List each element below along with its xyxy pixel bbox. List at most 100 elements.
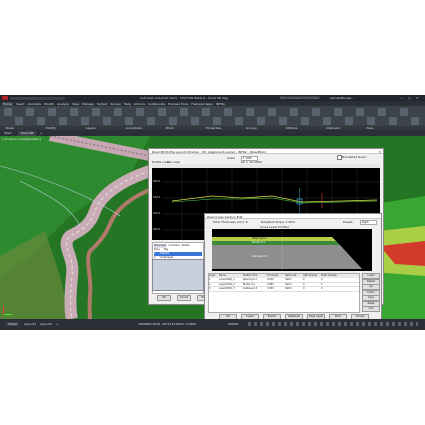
menu-tab-12[interactable]: Express Tools — [168, 102, 188, 106]
table-cell: Subbase 6.3 — [243, 287, 258, 290]
ribbon-tool-icon[interactable] — [180, 108, 188, 116]
ribbon-tool-icon[interactable] — [246, 108, 254, 116]
app-logo[interactable] — [2, 96, 8, 100]
close-icon[interactable]: ✕ — [416, 96, 419, 100]
menu-tab-4[interactable]: Analyze — [57, 102, 69, 106]
ribbon-tool-icon[interactable] — [356, 108, 364, 116]
menu-tab-8[interactable]: Survey — [110, 102, 120, 106]
profile-dialog-titlebar[interactable]: Road 6B Profile Layout Window - 3D: [ali… — [149, 149, 383, 154]
cross-section-graphic[interactable]: Wearing 6.1 Binder 6.2 Subbase 6.3 — [212, 229, 372, 271]
ribbon-tool-icon[interactable] — [345, 117, 353, 125]
maximize-icon[interactable]: □ — [408, 96, 411, 100]
table-cell: 0 — [321, 287, 323, 290]
scale-label: Scale — [227, 156, 236, 160]
ribbon-tool-icon[interactable] — [312, 108, 320, 116]
table-cell: 0 — [303, 287, 305, 290]
ribbon-tool-icon[interactable] — [4, 108, 12, 116]
table-cell: Hatch — [285, 287, 292, 290]
menu-tab-6[interactable]: Manage — [82, 102, 94, 106]
cross-side-button[interactable]: Info — [362, 306, 380, 312]
ribbon-tool-icon[interactable] — [257, 117, 265, 125]
ribbon-tool-icon[interactable] — [224, 108, 232, 116]
ribbon-tool-icon[interactable] — [323, 117, 331, 125]
ribbon-tool-icon[interactable] — [268, 108, 276, 116]
tab-start[interactable]: Start — [4, 131, 11, 135]
ribbon-tool-icon[interactable] — [411, 117, 419, 125]
cross-dialog-title: Road Cross Section Edit — [207, 214, 243, 219]
menu-tab-2[interactable]: Annotate — [27, 102, 41, 106]
cross-dialog-titlebar[interactable]: Road Cross Section Edit — [205, 214, 381, 219]
ribbon-tool-icon[interactable] — [169, 117, 177, 125]
ribbon-tool-icon[interactable] — [334, 108, 342, 116]
ribbon-tool-icon[interactable] — [202, 108, 210, 116]
user-name[interactable]: spmsteffanajs... — [330, 96, 370, 100]
menu-tab-9[interactable]: Help — [124, 102, 131, 106]
viewport-label[interactable]: [-]Custom View][Realistic] — [2, 137, 41, 141]
ribbon-tool-icon[interactable] — [81, 117, 89, 125]
tab-road-6b[interactable]: Road 6B — [18, 130, 37, 136]
ribbon-tool-icon[interactable] — [103, 117, 111, 125]
new-tab-icon[interactable]: + — [40, 131, 43, 135]
table-cell: 0 — [303, 278, 305, 281]
menu-tab-5[interactable]: View — [72, 102, 79, 106]
status-toggles[interactable] — [248, 322, 418, 326]
search-input[interactable]: Type a keyword or phrase — [280, 96, 320, 99]
quick-access-toolbar[interactable] — [10, 96, 65, 100]
autocad-window: Autodesk AutoCAD 2021 - SECTION RINALD -… — [0, 95, 425, 330]
tab-layout2[interactable]: Layout2 — [40, 322, 52, 326]
coordinates-readout: 1899690.4058, 4971733.8620, 0.0000 — [138, 322, 197, 326]
profile-dialog-close-icon[interactable]: ✕ — [378, 150, 381, 154]
ribbon-tool-icon[interactable] — [279, 117, 287, 125]
ribbon-tool-icon[interactable] — [114, 108, 122, 116]
ribbon-tool-icon[interactable] — [125, 117, 133, 125]
ribbon-tool-icon[interactable] — [136, 108, 144, 116]
minimize-icon[interactable]: — — [400, 96, 403, 100]
tab-model[interactable]: Model — [6, 322, 20, 326]
model-space-indicator[interactable]: MODEL — [228, 322, 239, 326]
add-layout-icon[interactable]: + — [56, 322, 59, 326]
ribbon-tool-icon[interactable] — [191, 117, 199, 125]
elevation-label: 150.0 — [153, 196, 161, 199]
ribbon-tool-icon[interactable] — [378, 108, 386, 116]
menu-tab-10[interactable]: Add-ins — [134, 102, 145, 106]
table-cell: Layer(Path)_2 — [219, 282, 235, 286]
profile-ok-button[interactable]: OK — [157, 295, 171, 301]
tab-layout1[interactable]: Layout1 — [24, 322, 36, 326]
ribbon-tool-icon[interactable] — [26, 108, 34, 116]
menu-tab-7[interactable]: Output — [97, 102, 107, 106]
ribbon-tool-icon[interactable] — [70, 108, 78, 116]
layer-label-binder: Binder 6.2 — [252, 241, 265, 244]
menu-tab-1[interactable]: Insert — [16, 102, 25, 106]
table-cell: 0 — [321, 282, 323, 286]
ribbon-tool-icon[interactable] — [367, 117, 375, 125]
ribbon-tool-icon[interactable] — [400, 108, 408, 116]
table-row[interactable]: 3 Layer(Path)_3 Subbase 6.3 0.300 Hatch 0 0 — [209, 287, 359, 292]
ribbon-tool-icon[interactable] — [147, 117, 155, 125]
menu-tab-11[interactable]: Collaborate — [148, 102, 165, 106]
profile-cancel-button[interactable]: Cancel — [177, 295, 191, 301]
ribbon-tool-icon[interactable] — [59, 117, 67, 125]
cross-section-dialog: Road Cross Section Edit Total Thickness … — [204, 213, 382, 323]
ribbon-tool-icon[interactable] — [389, 117, 397, 125]
menu-tab-13[interactable]: Featured Apps — [191, 102, 213, 106]
ribbon-tool-icon[interactable] — [235, 117, 243, 125]
elevation-label: 200.0 — [153, 180, 161, 183]
ribbon-tool-icon[interactable] — [37, 117, 45, 125]
ribbon-tool-icon[interactable] — [48, 108, 56, 116]
preset-select[interactable]: Right — [360, 219, 377, 225]
cross-section-svg — [212, 231, 362, 271]
ribbon-tool-icon[interactable] — [15, 117, 23, 125]
ribbon-tool-icon[interactable] — [213, 117, 221, 125]
menu-tab-3[interactable]: Modify — [44, 102, 54, 106]
road-level-label: Road/bot Slope: 1.00% — [261, 220, 296, 224]
sidebar-tab[interactable]: Combine — [168, 244, 179, 248]
table-cell: Hatch — [285, 278, 292, 281]
ribbon-tool-icon[interactable] — [158, 108, 166, 116]
ribbon-tool-icon[interactable] — [301, 117, 309, 125]
menu-tab-0[interactable]: Home — [2, 101, 13, 106]
menu-tab-14[interactable]: INFRA — [216, 102, 225, 106]
sidebar-tab[interactable]: Stable — [182, 244, 190, 248]
elevation-label: 100.0 — [153, 212, 161, 215]
ribbon-tool-icon[interactable] — [290, 108, 298, 116]
ribbon-tool-icon[interactable] — [92, 108, 100, 116]
